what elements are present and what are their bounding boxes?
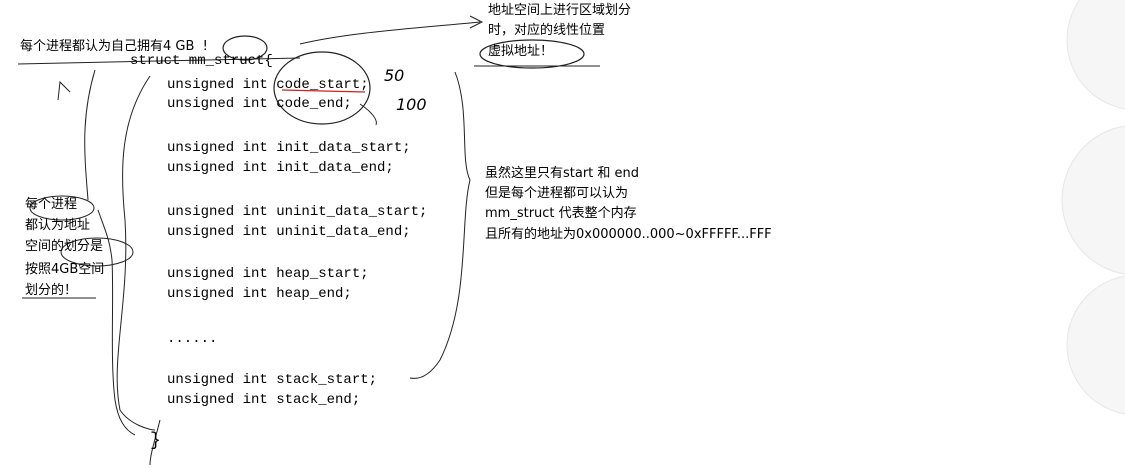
annotation-top-right-line: 时，对应的线性位置	[488, 23, 606, 38]
annotation-left-line: 每个进程	[25, 197, 78, 212]
code-line: unsigned int heap_end;	[167, 286, 352, 302]
struct-closing-brace: }	[150, 431, 161, 451]
code-line: unsigned int uninit_data_start;	[167, 204, 428, 220]
handwritten-mark: 100	[396, 95, 427, 114]
code-line: unsigned int code_end;	[167, 96, 352, 112]
code-line: unsigned int init_data_start;	[167, 140, 411, 156]
code-line: unsigned int code_start;	[167, 77, 369, 93]
annotation-top-right-line: 虚拟地址！	[488, 44, 554, 59]
annotation-right-line: 但是每个进程都可以认为	[485, 186, 629, 201]
struct-header: struct mm_struct{	[130, 53, 273, 69]
annotation-top-left: 每个进程都认为自己拥有4 GB !	[20, 39, 208, 54]
code-line: unsigned int uninit_data_end;	[167, 224, 411, 240]
code-line: unsigned int heap_start;	[167, 266, 369, 282]
annotation-left-line: 划分的！	[25, 283, 78, 298]
annotation-right-line: 虽然这里只有start 和 end	[485, 166, 640, 181]
code-line: unsigned int stack_end;	[167, 392, 361, 408]
code-line: ......	[167, 331, 218, 347]
annotation-left-line: 都认为地址	[25, 218, 91, 233]
annotation-right-line: 且所有的地址为0x000000..000~0xFFFFF...FFF	[485, 227, 772, 242]
handwritten-mark: 50	[384, 66, 405, 85]
code-line: unsigned int init_data_end;	[167, 160, 394, 176]
annotation-top-right-line: 地址空间上进行区域划分	[488, 3, 632, 18]
decorative-circles	[1061, 0, 1125, 415]
code-line: unsigned int stack_start;	[167, 372, 378, 388]
annotation-left-line: 空间的划分是	[25, 239, 104, 254]
annotation-left-line: 按照4GB空间	[25, 262, 105, 277]
annotation-right-line: mm_struct 代表整个内存	[485, 206, 637, 221]
